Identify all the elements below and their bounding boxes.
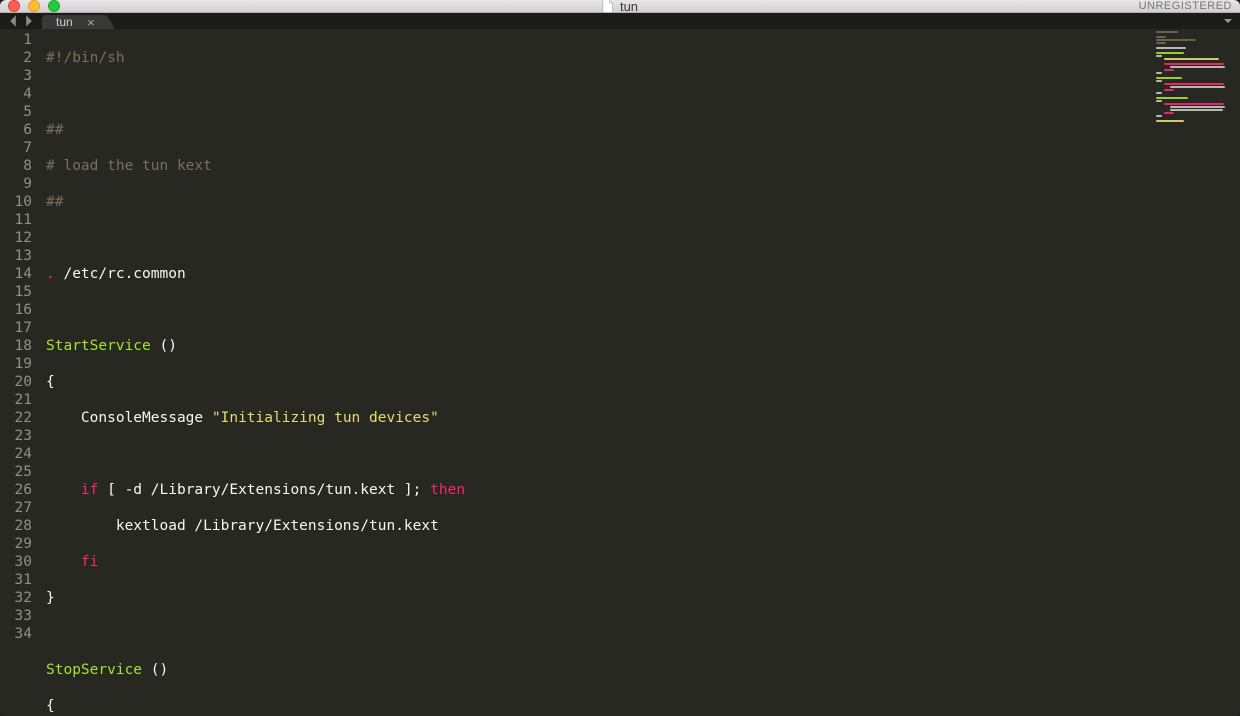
line-number: 15: [0, 283, 32, 301]
code-token: {: [46, 374, 55, 390]
line-number: 33: [0, 607, 32, 625]
tab-label: tun: [56, 15, 73, 29]
zoom-window-button[interactable]: [48, 0, 60, 12]
line-number: 13: [0, 247, 32, 265]
line-number: 4: [0, 85, 32, 103]
code-line: # load the tun kext: [46, 158, 212, 174]
tab-close-button[interactable]: ×: [87, 16, 95, 29]
code-token: StopService: [46, 662, 142, 678]
line-number: 31: [0, 571, 32, 589]
code-token: if: [46, 482, 98, 498]
code-token: (): [151, 338, 177, 354]
line-number: 28: [0, 517, 32, 535]
line-number: 24: [0, 445, 32, 463]
line-number: 27: [0, 499, 32, 517]
editor-window: tun UNREGISTERED tun × 12345678910111213…: [0, 0, 1240, 716]
history-nav: [0, 13, 42, 29]
line-number: 23: [0, 427, 32, 445]
code-token: (): [142, 662, 168, 678]
nav-forward-icon[interactable]: [22, 14, 36, 28]
line-number: 6: [0, 121, 32, 139]
line-number: 17: [0, 319, 32, 337]
line-number: 11: [0, 211, 32, 229]
code-token: ConsoleMessage: [46, 410, 212, 426]
line-number: 16: [0, 301, 32, 319]
line-number: 7: [0, 139, 32, 157]
code-token: "Initializing tun devices": [212, 410, 439, 426]
unregistered-label: UNREGISTERED: [1139, 0, 1232, 12]
line-number: 30: [0, 553, 32, 571]
code-content[interactable]: #!/bin/sh ## # load the tun kext ## . /e…: [40, 29, 1240, 716]
code-token: }: [46, 590, 55, 606]
line-number: 2: [0, 49, 32, 67]
code-token: [ -d /Library/Extensions/tun.kext ];: [98, 482, 430, 498]
line-number: 21: [0, 391, 32, 409]
line-number: 18: [0, 337, 32, 355]
line-number: 9: [0, 175, 32, 193]
line-number: 3: [0, 67, 32, 85]
line-number: 10: [0, 193, 32, 211]
line-number: 5: [0, 103, 32, 121]
window-controls: [0, 0, 60, 12]
code-token: StartService: [46, 338, 151, 354]
line-number: 20: [0, 373, 32, 391]
code-token: /etc/rc.common: [55, 266, 186, 282]
line-number-gutter: 1234567891011121314151617181920212223242…: [0, 29, 40, 716]
file-icon: [602, 0, 614, 13]
code-token: .: [46, 266, 55, 282]
line-number: 32: [0, 589, 32, 607]
code-line: ##: [46, 194, 63, 210]
editor-area[interactable]: 1234567891011121314151617181920212223242…: [0, 29, 1240, 716]
code-line: #!/bin/sh: [46, 50, 125, 66]
line-number: 12: [0, 229, 32, 247]
title-filename: tun: [620, 0, 638, 14]
close-window-button[interactable]: [8, 0, 20, 12]
line-number: 19: [0, 355, 32, 373]
titlebar: tun UNREGISTERED: [0, 0, 1240, 13]
tab-bar: tun ×: [0, 13, 1240, 29]
line-number: 26: [0, 481, 32, 499]
code-token: kextload /Library/Extensions/tun.kext: [46, 518, 439, 534]
line-number: 29: [0, 535, 32, 553]
line-number: 1: [0, 31, 32, 49]
code-token: then: [430, 482, 465, 498]
code-token: {: [46, 698, 55, 714]
line-number: 34: [0, 625, 32, 643]
window-title: tun: [602, 0, 638, 14]
tab-overflow-button[interactable]: [1216, 13, 1240, 29]
minimize-window-button[interactable]: [28, 0, 40, 12]
line-number: 25: [0, 463, 32, 481]
code-line: ##: [46, 122, 63, 138]
line-number: 14: [0, 265, 32, 283]
line-number: 22: [0, 409, 32, 427]
code-token: fi: [46, 554, 98, 570]
nav-back-icon[interactable]: [6, 14, 20, 28]
tab-tun[interactable]: tun ×: [42, 15, 101, 29]
line-number: 8: [0, 157, 32, 175]
